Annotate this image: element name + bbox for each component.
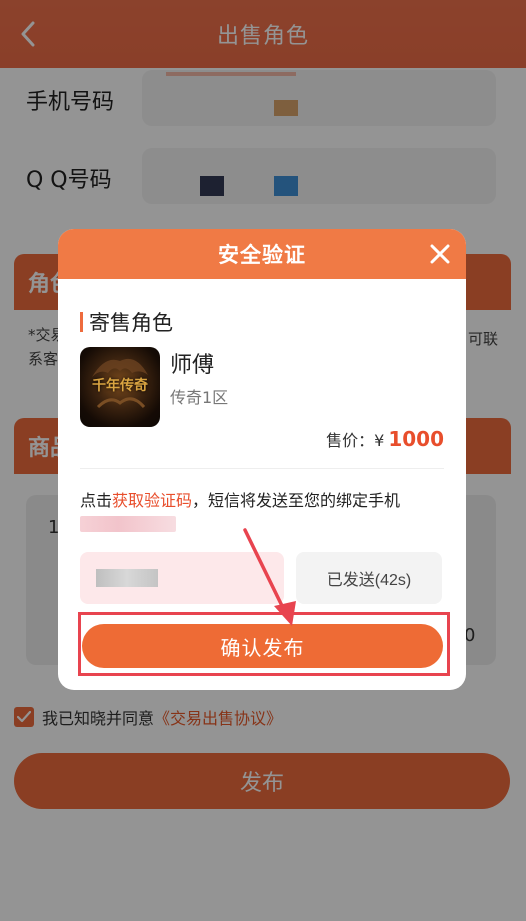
get-code-link[interactable]: 获取验证码 [112, 491, 192, 510]
masked-phone [80, 516, 176, 532]
modal-header: 安全验证 [58, 229, 466, 279]
confirm-publish-button[interactable]: 确认发布 [82, 624, 443, 668]
masked-code [96, 569, 158, 587]
section-title-bar [80, 312, 83, 332]
role-image-text: 千年传奇 [92, 378, 148, 394]
sms-hint-prefix: 点击 [80, 491, 113, 510]
divider [80, 468, 444, 469]
sms-hint: 点击获取验证码，短信将发送至您的绑定手机 [80, 487, 400, 511]
price-label: 售价：¥ [326, 431, 385, 450]
price-value: 1000 [388, 427, 444, 451]
close-button[interactable] [426, 240, 454, 268]
role-image: 千年传奇 [80, 347, 160, 427]
role-server: 传奇1区 [170, 388, 229, 407]
close-icon [430, 244, 450, 264]
section-title-text: 寄售角色 [89, 311, 173, 335]
modal-title: 安全验证 [218, 243, 306, 267]
sms-hint-suffix: ，短信将发送至您的绑定手机 [192, 491, 401, 510]
role-name: 师傅 [170, 353, 215, 378]
section-title: 寄售角色 [80, 307, 173, 337]
resend-code-button[interactable]: 已发送(42s) [296, 552, 442, 604]
security-verify-modal: 安全验证 寄售角色 千年传奇 师傅 传奇1区 售价：¥ 1000 点击获取验证码… [58, 229, 466, 690]
price-row: 售价：¥ 1000 [326, 427, 444, 451]
